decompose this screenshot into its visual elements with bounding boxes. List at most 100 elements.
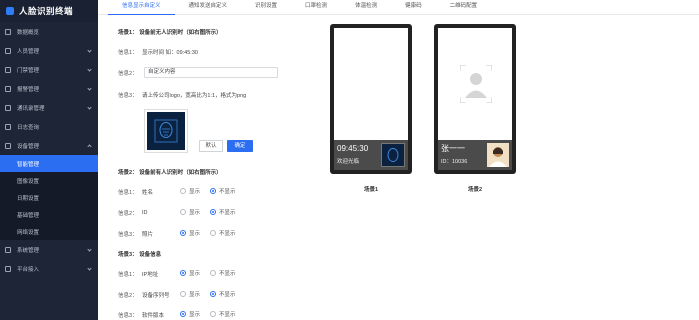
- scene3-serial-radio-group: 显示 不显示: [180, 290, 246, 298]
- sidebar-item-personnel[interactable]: 人员管理: [0, 41, 98, 60]
- scene2-info2-row: 信息2： ID: [118, 209, 148, 217]
- info-label: 信息3：: [118, 232, 138, 238]
- info-label: 信息2：: [118, 71, 138, 77]
- device-submenu: 智能管理 图像设置 日期设置 基础管理 网络设置: [0, 155, 98, 240]
- info-hint: 请上传公司logo，宽高比为1:1，格式为png: [142, 93, 247, 99]
- radio-hide[interactable]: 不显示: [210, 310, 236, 318]
- sidebar-subitem-smart[interactable]: 智能管理: [0, 155, 98, 172]
- preview-welcome: 欢迎光临: [337, 159, 360, 165]
- sidebar-item-label: 设备管理: [17, 143, 40, 150]
- info-label: 信息1：: [118, 50, 138, 56]
- sidebar-item-label: 报警管理: [17, 86, 40, 93]
- radio-show[interactable]: 显示: [180, 310, 200, 318]
- chevron-down-icon: [87, 247, 92, 252]
- app-title: 人脸识别终端: [19, 6, 74, 16]
- device-icon: [5, 142, 11, 149]
- scene3-title: 场景3： 设备信息: [118, 252, 162, 258]
- log-icon: [5, 123, 11, 130]
- sidebar-item-alarm[interactable]: 报警管理: [0, 79, 98, 98]
- chevron-down-icon: [87, 48, 92, 53]
- scene3-ip-radio-group: 显示 不显示: [180, 269, 246, 277]
- radio-circle-icon: [180, 188, 186, 194]
- radio-label: 显示: [189, 292, 201, 298]
- sidebar-item-label: 平台接入: [17, 266, 40, 273]
- sidebar-item-platform[interactable]: 平台接入: [0, 259, 98, 278]
- tab-info-display[interactable]: 信息显示自定义: [108, 0, 175, 15]
- contacts-icon: [5, 104, 11, 111]
- tab-temperature[interactable]: 体温检测: [341, 0, 391, 15]
- platform-icon: [5, 265, 11, 272]
- radio-circle-icon: [180, 209, 186, 215]
- radio-label: 不显示: [219, 271, 236, 277]
- radio-show[interactable]: 显示: [180, 187, 200, 195]
- radio-hide[interactable]: 不显示: [210, 269, 236, 277]
- sidebar-item-device[interactable]: 设备管理: [0, 136, 98, 155]
- tab-recognition[interactable]: 识别设置: [241, 0, 291, 15]
- sidebar-item-label: 系统管理: [17, 247, 40, 254]
- radio-show[interactable]: 显示: [180, 208, 200, 216]
- radio-selected-icon: [180, 270, 186, 276]
- door-icon: [5, 66, 11, 73]
- radio-show[interactable]: 显示: [180, 229, 200, 237]
- radio-label: 显示: [189, 271, 201, 277]
- face-frame-icon: [459, 64, 493, 104]
- field-photo: 照片: [142, 232, 154, 238]
- tab-health-code[interactable]: 健康码: [391, 0, 436, 15]
- info-label: 信息2：: [118, 211, 138, 217]
- radio-label: 不显示: [219, 231, 236, 237]
- radio-selected-icon: [210, 291, 217, 297]
- info-overlay: 09:45:30 欢迎光临: [334, 140, 408, 170]
- user-icon: [5, 47, 11, 54]
- radio-label: 显示: [189, 189, 201, 195]
- device-screen: 09:45:30 欢迎光临: [334, 28, 408, 170]
- info-value: 显示时间 如：09:45:30: [142, 50, 198, 56]
- sidebar-item-label: 日志查询: [17, 124, 40, 131]
- tab-notification[interactable]: 通知发送自定义: [175, 0, 242, 15]
- preview-time: 09:45:30: [337, 144, 369, 153]
- radio-circle-icon: [180, 291, 186, 297]
- chevron-down-icon: [87, 86, 92, 91]
- sidebar-item-system[interactable]: 系统管理: [0, 240, 98, 259]
- preview-scene1-caption: 场景1: [363, 187, 379, 193]
- tab-qrcode[interactable]: 二维码配置: [436, 0, 492, 15]
- default-button[interactable]: 默认: [199, 140, 223, 152]
- radio-label: 不显示: [219, 210, 236, 216]
- sidebar-subitem-date[interactable]: 日期设置: [0, 189, 98, 206]
- scene3-info1-row: 信息1： IP地址: [118, 270, 158, 278]
- sidebar-item-contacts[interactable]: 通讯录管理: [0, 98, 98, 117]
- radio-circle-icon: [210, 230, 217, 236]
- radio-hide[interactable]: 不显示: [210, 290, 236, 298]
- scene2-name-radio-group: 显示 不显示: [180, 187, 246, 195]
- sidebar-item-overview[interactable]: 数据概览: [0, 22, 98, 41]
- radio-hide[interactable]: 不显示: [210, 208, 236, 216]
- preview-scene2-device: 张一一 ID：10036: [434, 24, 516, 174]
- field-ip: IP地址: [142, 272, 159, 278]
- field-serial: 设备序列号: [142, 293, 170, 299]
- info-label: 信息3：: [118, 93, 138, 99]
- field-name: 姓名: [142, 190, 154, 196]
- confirm-button[interactable]: 确定: [227, 140, 253, 152]
- scene1-info2-row: 信息2：: [118, 69, 142, 77]
- sidebar-subitem-image[interactable]: 图像设置: [0, 172, 98, 189]
- radio-show[interactable]: 显示: [180, 290, 200, 298]
- radio-hide[interactable]: 不显示: [210, 187, 236, 195]
- info-label: 信息2：: [118, 293, 138, 299]
- field-id: ID: [142, 210, 148, 216]
- scene3-version-radio-group: 显示 不显示: [180, 310, 246, 318]
- sidebar-item-access[interactable]: 门禁管理: [0, 60, 98, 79]
- sidebar-item-logs[interactable]: 日志查询: [0, 117, 98, 136]
- logo-upload[interactable]: [144, 109, 188, 153]
- radio-show[interactable]: 显示: [180, 269, 200, 277]
- chevron-up-icon: [87, 144, 92, 149]
- scene2-id-radio-group: 显示 不显示: [180, 208, 246, 216]
- radio-label: 不显示: [219, 292, 236, 298]
- radio-selected-icon: [180, 311, 186, 317]
- sidebar-subitem-network[interactable]: 网络设置: [0, 223, 98, 240]
- custom-content-input[interactable]: 自定义内容: [144, 67, 278, 78]
- radio-hide[interactable]: 不显示: [210, 229, 236, 237]
- tab-mask[interactable]: 口罩检测: [291, 0, 341, 15]
- scene2-title: 场景2： 设备前有人识别时（如右图所示）: [118, 170, 222, 176]
- chevron-down-icon: [87, 67, 92, 72]
- sidebar-subitem-basic[interactable]: 基础管理: [0, 206, 98, 223]
- info-label: 信息1：: [118, 190, 138, 196]
